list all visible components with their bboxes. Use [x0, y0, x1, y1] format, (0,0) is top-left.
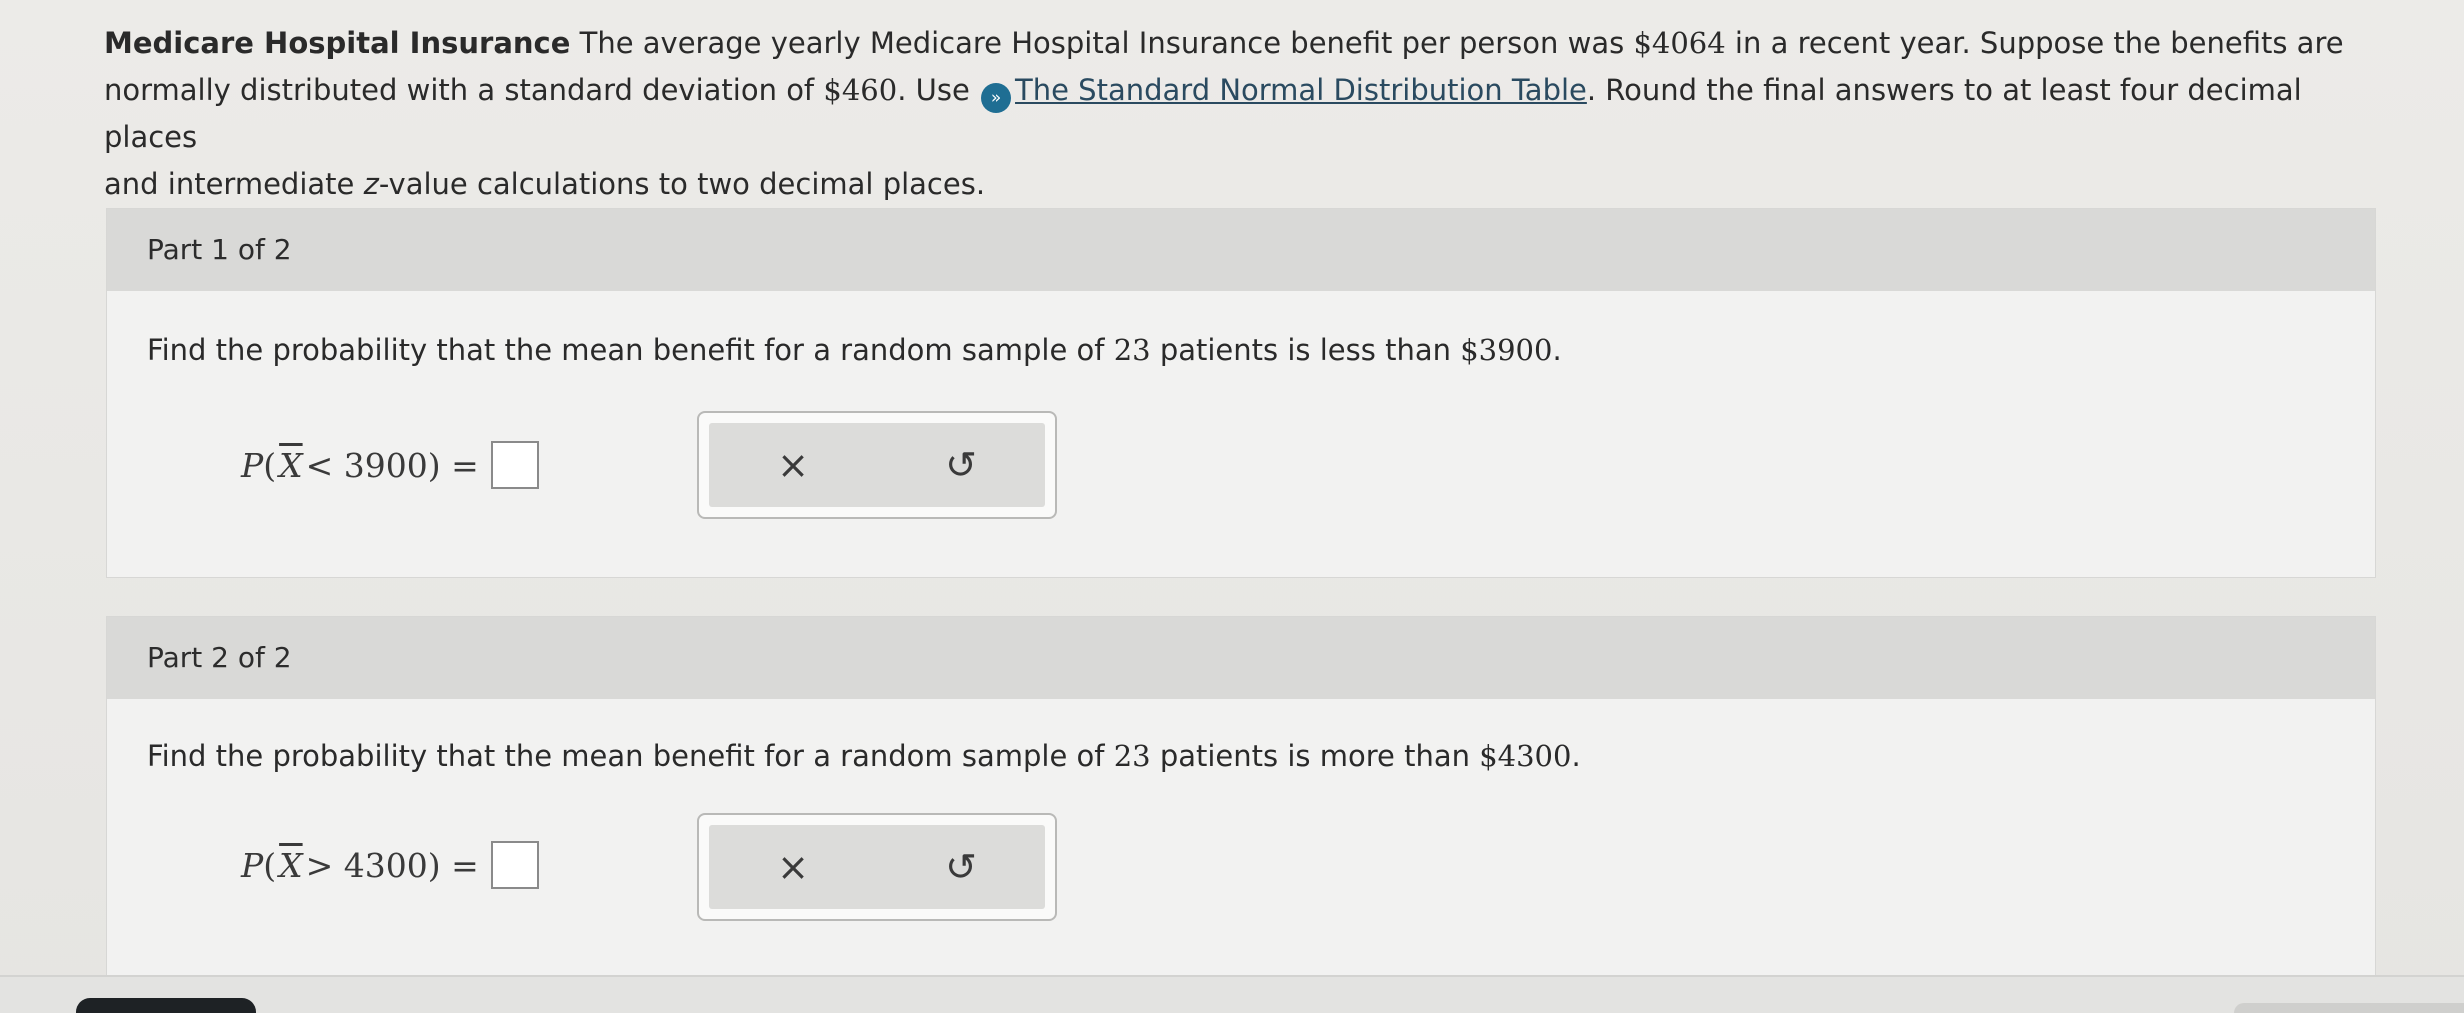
part-2-formula: P(X > 4300) =	[241, 841, 539, 889]
part-1-clear-button[interactable]: ×	[753, 443, 833, 487]
problem-text-1: The average yearly Medicare Hospital Ins…	[570, 26, 1634, 60]
problem-text-1-end: in a recent year. Suppose the benefits a…	[1725, 26, 2344, 60]
part-2-button-group: × ↺	[697, 813, 1057, 921]
part-2-question-end: .	[1571, 739, 1581, 773]
part-1-formula-op: < 3900	[305, 445, 428, 485]
part-1-formula-open: (	[263, 445, 277, 485]
part-1-question: Find the probability that the mean benef…	[147, 333, 1562, 367]
z-variable: z	[363, 167, 379, 201]
part-2-formula-xbar: X	[279, 845, 303, 885]
part-1-reset-button[interactable]: ↺	[921, 443, 1001, 487]
info-circle-icon[interactable]: »	[981, 83, 1012, 113]
part-2-question: Find the probability that the mean benef…	[147, 739, 1581, 773]
problem-text-3: and intermediate	[104, 167, 364, 201]
part-2-panel: Part 2 of 2 Find the probability that th…	[106, 616, 2376, 978]
part-2-question-text: Find the probability that the mean benef…	[147, 739, 1114, 773]
part-2-formula-p: P	[241, 845, 264, 885]
part-1-button-group: × ↺	[697, 411, 1057, 519]
problem-text-use: . Use	[897, 73, 980, 107]
problem-statement: Medicare Hospital Insurance The average …	[104, 20, 2404, 208]
part-1-panel: Part 1 of 2 Find the probability that th…	[106, 208, 2376, 578]
part-2-formula-open: (	[263, 845, 277, 885]
part-1-formula-p: P	[241, 445, 264, 485]
part-2-question-mid: patients is more than	[1150, 739, 1480, 773]
part-1-answer-input[interactable]	[490, 441, 539, 489]
part-2-amount: $4300	[1479, 739, 1572, 773]
part-2-reset-button[interactable]: ↺	[921, 845, 1001, 889]
part-2-formula-op: > 4300	[305, 845, 428, 885]
part-1-header: Part 1 of 2	[107, 209, 2375, 291]
problem-title: Medicare Hospital Insurance	[104, 26, 571, 60]
bottom-right-button[interactable]	[2234, 1003, 2464, 1013]
part-1-question-mid: patients is less than	[1150, 333, 1461, 367]
part-1-question-end: .	[1552, 333, 1562, 367]
bottom-toolbar	[0, 975, 2464, 1013]
part-1-formula-close: ) =	[427, 445, 479, 485]
part-1-formula: P(X < 3900) =	[241, 441, 539, 489]
problem-line-3: and intermediate z-value calculations to…	[104, 161, 2404, 208]
problem-text-3-end: -value calculations to two decimal place…	[378, 167, 986, 201]
part-2-sample-size: 23	[1113, 739, 1151, 773]
bottom-dark-button[interactable]	[76, 998, 256, 1013]
part-1-formula-xbar: X	[279, 445, 303, 485]
part-1-sample-size: 23	[1113, 333, 1151, 367]
part-1-amount: $3900	[1460, 333, 1553, 367]
problem-line-2: normally distributed with a standard dev…	[104, 67, 2404, 161]
problem-text-2: normally distributed with a standard dev…	[104, 73, 824, 107]
sd-value: $460	[823, 73, 898, 107]
part-2-clear-button[interactable]: ×	[753, 845, 833, 889]
part-1-button-bar: × ↺	[709, 423, 1045, 507]
part-2-answer-input[interactable]	[490, 841, 539, 889]
part-2-header: Part 2 of 2	[107, 617, 2375, 699]
mean-value: $4064	[1633, 26, 1726, 60]
page: Medicare Hospital Insurance The average …	[0, 0, 2464, 1013]
problem-line-1: Medicare Hospital Insurance The average …	[104, 20, 2404, 67]
part-2-formula-close: ) =	[427, 845, 479, 885]
part-2-button-bar: × ↺	[709, 825, 1045, 909]
normal-table-link[interactable]: The Standard Normal Distribution Table	[1015, 73, 1587, 107]
part-1-question-text: Find the probability that the mean benef…	[147, 333, 1114, 367]
